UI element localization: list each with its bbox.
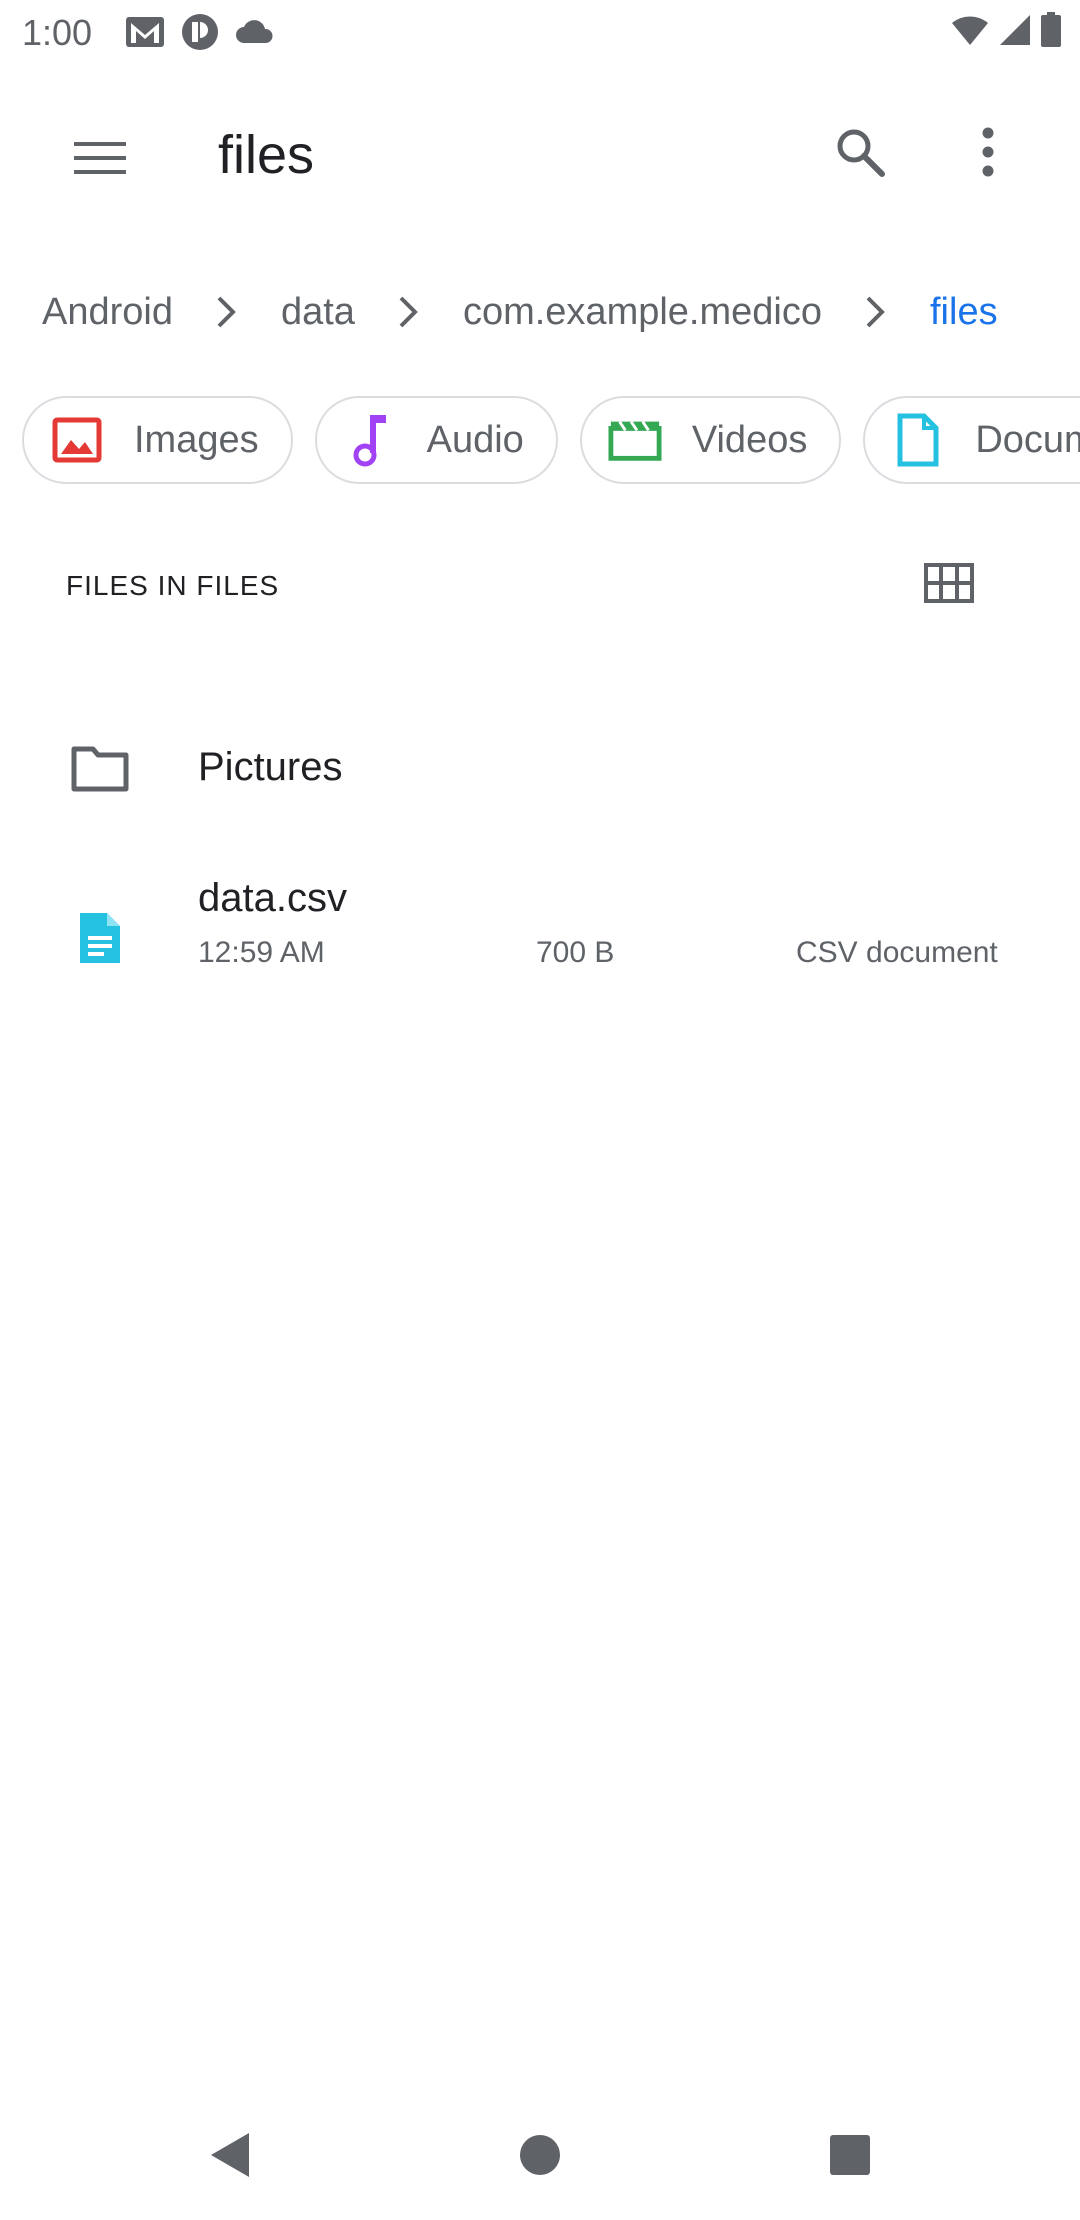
status-left-icons xyxy=(124,12,276,52)
chip-images[interactable]: Images xyxy=(22,396,293,484)
breadcrumb-item-data[interactable]: data xyxy=(281,291,355,334)
navigation-bar xyxy=(0,2100,1080,2220)
section-header: FILES IN FILES xyxy=(66,570,280,601)
status-right-icons xyxy=(950,12,1062,48)
app-notification-icon xyxy=(180,12,220,52)
item-type: CSV document xyxy=(796,936,998,969)
folder-icon xyxy=(62,730,138,806)
grid-view-button[interactable] xyxy=(914,550,984,620)
recents-button[interactable] xyxy=(810,2122,890,2192)
chip-audio[interactable]: Audio xyxy=(314,396,558,484)
cloud-icon xyxy=(234,17,276,47)
signal-icon xyxy=(998,13,1032,47)
breadcrumb-item-android[interactable]: Android xyxy=(42,291,173,334)
gmail-icon xyxy=(124,13,166,51)
music-note-icon xyxy=(343,413,397,467)
chip-documents[interactable]: Documents xyxy=(863,396,1080,484)
list-item[interactable]: Pictures xyxy=(0,690,1080,850)
category-chips: Images Audio Videos Documents xyxy=(22,396,1080,486)
breadcrumb-item-package[interactable]: com.example.medico xyxy=(463,291,822,334)
home-button[interactable] xyxy=(500,2122,580,2192)
document-icon xyxy=(891,413,945,467)
list-item[interactable]: data.csv 12:59 AM 700 B CSV document xyxy=(0,850,1080,1030)
chip-label: Documents xyxy=(975,418,1080,461)
image-icon xyxy=(50,413,104,467)
chevron-right-icon xyxy=(377,295,441,329)
chevron-right-icon xyxy=(195,295,259,329)
recents-square-icon xyxy=(829,2134,871,2181)
status-time: 1:00 xyxy=(22,12,93,53)
back-triangle-icon xyxy=(207,2130,253,2185)
page-title: files xyxy=(218,125,315,185)
item-date: 12:59 AM xyxy=(198,936,325,969)
chevron-right-icon xyxy=(844,295,908,329)
home-circle-icon xyxy=(519,2134,561,2181)
video-icon xyxy=(608,413,662,467)
item-name: Pictures xyxy=(198,745,343,789)
item-name: data.csv xyxy=(198,876,347,920)
status-bar: 1:00 xyxy=(0,0,1080,66)
grid-view-icon xyxy=(924,562,974,608)
wifi-icon xyxy=(950,13,990,47)
item-size: 700 B xyxy=(536,936,615,969)
app-bar: files xyxy=(0,66,1080,242)
hamburger-menu-icon xyxy=(74,140,126,181)
chip-label: Videos xyxy=(691,418,808,461)
breadcrumb-item-files[interactable]: files xyxy=(930,291,998,334)
search-button[interactable] xyxy=(820,114,900,194)
back-button[interactable] xyxy=(190,2122,270,2192)
file-list: Pictures data.csv 12:59 AM 700 B CSV doc… xyxy=(0,690,1080,1030)
chip-label: Images xyxy=(134,418,259,461)
more-vert-icon xyxy=(981,127,995,182)
chip-label: Audio xyxy=(426,418,524,461)
menu-button[interactable] xyxy=(60,120,140,200)
search-icon xyxy=(834,126,886,183)
more-options-button[interactable] xyxy=(948,114,1028,194)
battery-icon xyxy=(1040,12,1062,48)
csv-document-icon xyxy=(62,900,138,976)
breadcrumb: Android data com.example.medico files xyxy=(0,272,1080,352)
chip-videos[interactable]: Videos xyxy=(579,396,842,484)
